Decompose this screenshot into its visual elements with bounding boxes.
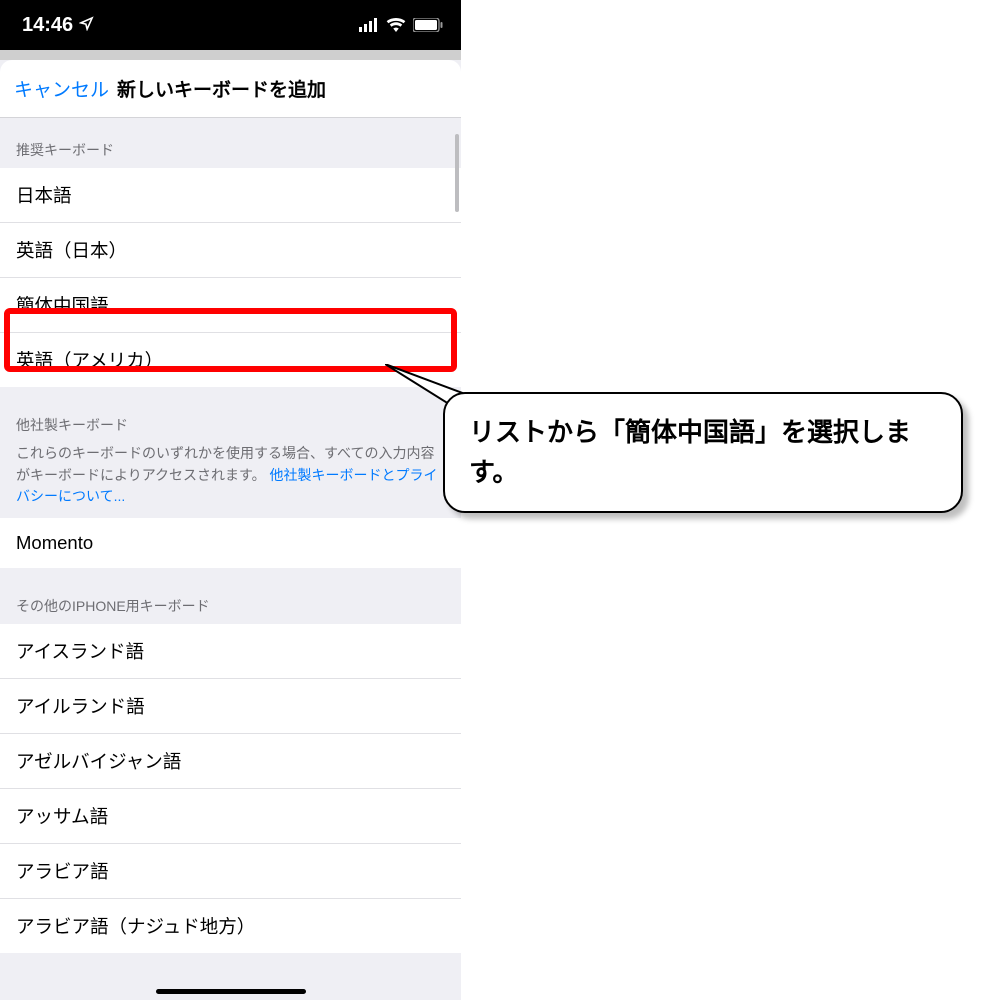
cellular-signal-icon (359, 18, 379, 32)
keyboard-row-arabic[interactable]: アラビア語 (0, 844, 461, 899)
status-bar: 14:46 (0, 0, 461, 50)
section-header-recommended: 推奨キーボード (0, 118, 461, 168)
phone-frame: 14:46 (0, 0, 461, 1000)
keyboard-row-arabic-najdi[interactable]: アラビア語（ナジュド地方） (0, 899, 461, 953)
keyboard-row-irish[interactable]: アイルランド語 (0, 679, 461, 734)
battery-icon (413, 18, 443, 32)
keyboard-row-japanese[interactable]: 日本語 (0, 168, 461, 223)
keyboard-row-momento[interactable]: Momento (0, 518, 461, 568)
status-left: 14:46 (22, 14, 94, 37)
keyboard-row-assamese[interactable]: アッサム語 (0, 789, 461, 844)
cancel-button[interactable]: キャンセル (14, 75, 109, 102)
annotation-callout: リストから「簡体中国語」を選択します。 (443, 392, 963, 513)
status-time: 14:46 (22, 14, 73, 37)
home-indicator[interactable] (156, 989, 306, 994)
keyboard-row-icelandic[interactable]: アイスランド語 (0, 624, 461, 679)
sheet-background-peek (0, 50, 461, 60)
keyboard-row-azerbaijani[interactable]: アゼルバイジャン語 (0, 734, 461, 789)
keyboard-row-simplified-chinese[interactable]: 簡体中国語 (0, 278, 461, 333)
wifi-icon (386, 18, 406, 32)
location-arrow-icon (79, 14, 94, 37)
callout-text: リストから「簡体中国語」を選択します。 (469, 417, 911, 487)
section-subtext-thirdparty: これらのキーボードのいずれかを使用する場合、すべての入力内容がキーボードによりア… (0, 443, 461, 518)
page-title: 新しいキーボードを追加 (117, 75, 326, 102)
status-right (359, 18, 443, 32)
section-header-other: その他のIPHONE用キーボード (0, 568, 461, 624)
keyboard-row-english-japan[interactable]: 英語（日本） (0, 223, 461, 278)
callout-bubble: リストから「簡体中国語」を選択します。 (443, 392, 963, 513)
nav-bar: キャンセル 新しいキーボードを追加 (0, 60, 461, 118)
scroll-indicator[interactable] (455, 134, 459, 212)
